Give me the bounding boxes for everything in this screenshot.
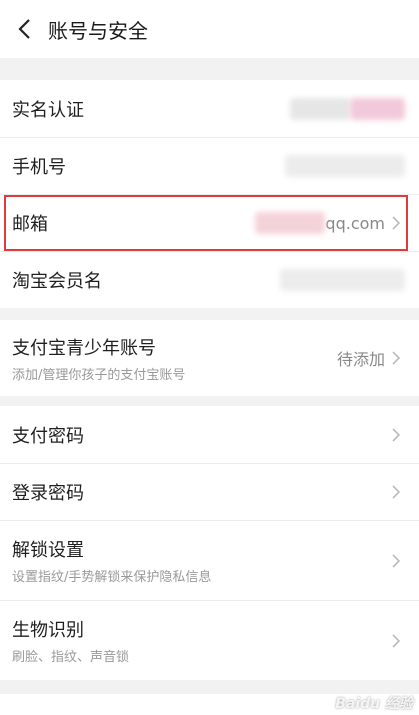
security-section: 支付密码 登录密码 解锁设置 设置指纹/手势解锁来保护隐私信息 生物识别 刷脸、 — [0, 406, 419, 680]
teen-account-label: 支付宝青少年账号 — [12, 337, 156, 359]
login-password-label: 登录密码 — [12, 483, 84, 504]
teen-account-value-group: 待添加 — [337, 346, 405, 370]
pay-password-row[interactable]: 支付密码 — [0, 406, 419, 463]
teen-account-status: 待添加 — [336, 350, 385, 369]
email-value-blurred — [255, 212, 326, 234]
email-value-group: qq.com — [255, 212, 405, 234]
chevron-right-icon — [391, 214, 405, 232]
pay-password-value-group — [385, 426, 405, 444]
phone-value-blurred — [285, 155, 405, 177]
teen-account-row[interactable]: 支付宝青少年账号 添加/管理你孩子的支付宝账号 待添加 — [0, 320, 419, 396]
login-password-value-group — [385, 483, 405, 501]
email-row[interactable]: 邮箱 qq.com — [0, 194, 419, 251]
chevron-right-icon — [391, 552, 405, 570]
unlock-settings-value-group — [385, 552, 405, 570]
email-value: qq.com — [325, 213, 385, 233]
teen-account-section: 支付宝青少年账号 添加/管理你孩子的支付宝账号 待添加 — [0, 320, 419, 396]
chevron-right-icon — [391, 349, 405, 367]
top-bar: 账号与安全 — [0, 0, 419, 58]
biometric-label: 生物识别 — [12, 620, 84, 641]
pay-password-label: 支付密码 — [12, 425, 84, 447]
phone-row[interactable]: 手机号 — [0, 137, 419, 194]
email-label: 邮箱 — [12, 214, 48, 235]
biometric-subtitle: 刷脸、指纹、声音锁 — [12, 650, 130, 665]
login-password-row[interactable]: 登录密码 — [0, 463, 419, 520]
biometric-text: 生物识别 刷脸、指纹、声音锁 — [12, 616, 129, 665]
chevron-right-icon — [391, 426, 405, 444]
unlock-settings-label: 解锁设置 — [12, 540, 84, 561]
chevron-right-icon — [391, 483, 405, 501]
phone-label: 手机号 — [12, 157, 66, 178]
account-info-section: 实名认证 手机号 邮箱 qq.com 淘宝会员名 — [0, 80, 419, 308]
real-name-label: 实名认证 — [12, 99, 84, 121]
page-title: 账号与安全 — [48, 18, 148, 43]
taobao-member-row[interactable]: 淘宝会员名 — [0, 251, 419, 308]
real-name-row[interactable]: 实名认证 — [0, 80, 419, 137]
unlock-settings-row[interactable]: 解锁设置 设置指纹/手势解锁来保护隐私信息 — [0, 520, 419, 600]
taobao-member-value-blurred — [280, 269, 405, 291]
watermark: Baidu 经验 — [335, 696, 413, 712]
taobao-member-label: 淘宝会员名 — [12, 271, 102, 292]
unlock-settings-text: 解锁设置 设置指纹/手势解锁来保护隐私信息 — [12, 536, 211, 585]
biometric-value-group — [385, 632, 405, 650]
back-arrow-icon[interactable] — [4, 0, 44, 58]
biometric-row[interactable]: 生物识别 刷脸、指纹、声音锁 — [0, 600, 419, 680]
unlock-settings-subtitle: 设置指纹/手势解锁来保护隐私信息 — [12, 570, 212, 585]
teen-account-text: 支付宝青少年账号 添加/管理你孩子的支付宝账号 — [12, 334, 185, 383]
chevron-right-icon — [391, 632, 405, 650]
teen-account-subtitle: 添加/管理你孩子的支付宝账号 — [12, 367, 186, 383]
real-name-value-blurred — [290, 97, 405, 120]
